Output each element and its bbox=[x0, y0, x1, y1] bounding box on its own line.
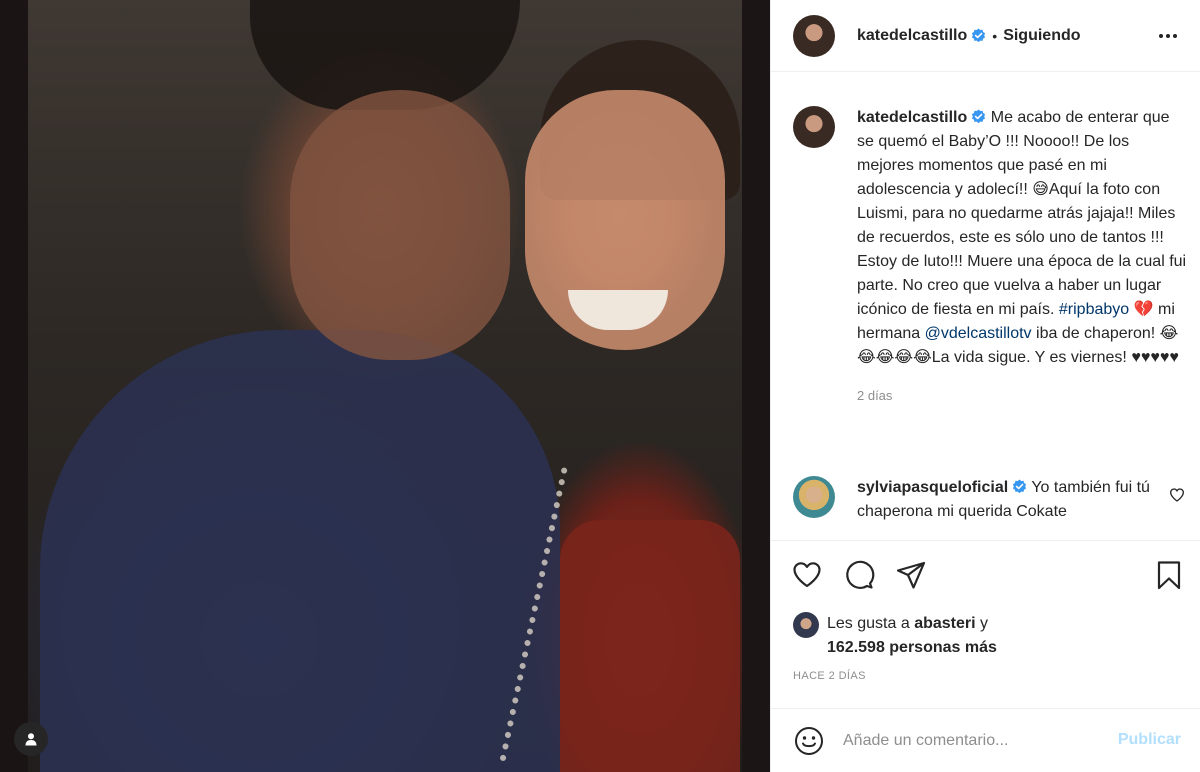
commenter-username[interactable]: sylviapasqueloficial bbox=[857, 479, 1008, 496]
comment-body: sylviapasqueloficial Yo también fui tú c… bbox=[857, 476, 1157, 524]
author-avatar[interactable] bbox=[793, 14, 835, 57]
likes-prefix: Les gusta a bbox=[827, 615, 910, 632]
publish-button[interactable]: Publicar bbox=[1118, 731, 1181, 749]
comment-item: sylviapasqueloficial Yo también fui tú c… bbox=[793, 476, 1188, 524]
user-tag-button[interactable] bbox=[14, 722, 48, 756]
comments-list[interactable]: katedelcastillo Me acabo de enterar que … bbox=[771, 72, 1200, 540]
user-tag-icon bbox=[25, 733, 37, 746]
likes-text: Les gusta a abasteri y 162.598 personas … bbox=[827, 612, 997, 660]
comment-input[interactable] bbox=[843, 731, 1103, 750]
caption-time[interactable]: 2 días bbox=[857, 384, 1187, 408]
action-bar bbox=[771, 540, 1200, 610]
add-comment-bar: Publicar bbox=[771, 708, 1200, 772]
photo-edge-left bbox=[0, 0, 28, 772]
comment-heart-icon[interactable] bbox=[1169, 487, 1185, 503]
comment-icon[interactable] bbox=[843, 559, 875, 591]
photo-shirt bbox=[40, 330, 560, 772]
following-button[interactable]: Siguiendo bbox=[1003, 27, 1080, 45]
emoji-icon[interactable] bbox=[793, 725, 825, 757]
author-username[interactable]: katedelcastillo bbox=[857, 27, 967, 45]
post-header: katedelcastillo • Siguiendo bbox=[771, 0, 1200, 72]
bookmark-icon[interactable] bbox=[1153, 559, 1185, 591]
caption-body: katedelcastillo Me acabo de enterar que … bbox=[857, 106, 1187, 408]
share-icon[interactable] bbox=[895, 559, 927, 591]
verified-badge-icon bbox=[972, 109, 986, 124]
hashtag-link[interactable]: #ripbabyo bbox=[1059, 301, 1129, 318]
more-options-icon[interactable] bbox=[1157, 26, 1179, 46]
liker-avatar[interactable] bbox=[793, 612, 819, 638]
heart-icon[interactable] bbox=[791, 559, 823, 591]
verified-badge-icon bbox=[1013, 479, 1027, 494]
photo-face-man bbox=[290, 90, 510, 360]
photo-edge-right bbox=[742, 0, 770, 772]
header-separator: • bbox=[992, 27, 998, 44]
likes-joiner: y bbox=[980, 615, 989, 632]
post-photo[interactable] bbox=[0, 0, 770, 772]
post-side-panel: katedelcastillo • Siguiendo katedelcasti… bbox=[770, 0, 1200, 772]
broken-heart-emoji: 💔 bbox=[1133, 301, 1154, 318]
post-date[interactable]: HACE 2 DÍAS bbox=[793, 670, 866, 682]
commenter-avatar[interactable] bbox=[793, 476, 835, 518]
caption-username[interactable]: katedelcastillo bbox=[857, 109, 967, 126]
caption-avatar[interactable] bbox=[793, 106, 835, 148]
likes-count[interactable]: 162.598 personas más bbox=[827, 639, 997, 656]
mention-link[interactable]: @vdelcastillotv bbox=[925, 325, 1032, 342]
liker-username[interactable]: abasteri bbox=[914, 615, 975, 632]
caption-text: Me acabo de enterar que se quemó el Baby… bbox=[857, 109, 1187, 318]
caption: katedelcastillo Me acabo de enterar que … bbox=[793, 106, 1188, 408]
verified-badge-icon bbox=[972, 28, 986, 43]
likes-summary: Les gusta a abasteri y 162.598 personas … bbox=[793, 612, 1183, 660]
